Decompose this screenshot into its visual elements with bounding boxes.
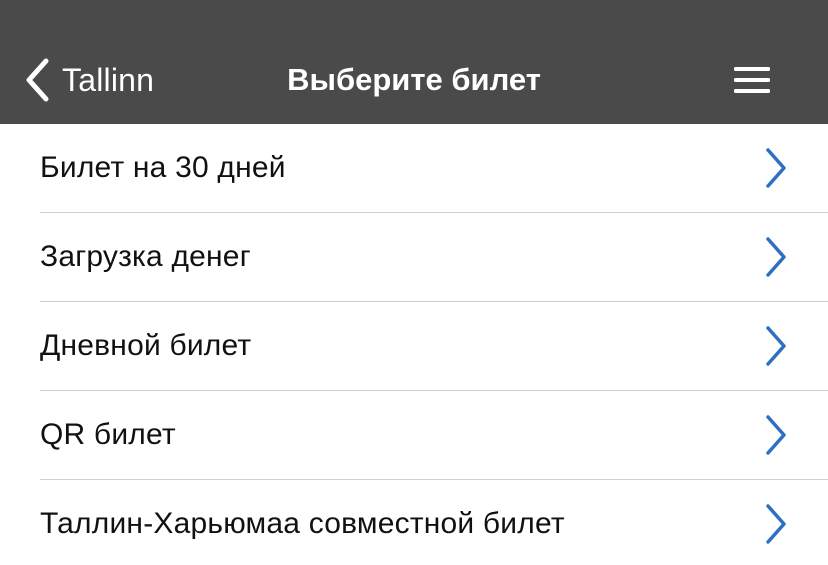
chevron-right-icon bbox=[762, 146, 790, 190]
menu-button[interactable] bbox=[730, 62, 776, 98]
chevron-right-icon bbox=[762, 413, 790, 457]
chevron-right-icon bbox=[762, 502, 790, 546]
page-title: Выберите билет bbox=[287, 62, 541, 97]
list-item-label: QR билет bbox=[40, 418, 176, 451]
chevron-right-icon bbox=[762, 235, 790, 279]
back-button[interactable]: Tallinn bbox=[24, 56, 154, 104]
list-item-label: Загрузка денег bbox=[40, 240, 251, 273]
chevron-right-icon bbox=[762, 324, 790, 368]
navigation-bar: Tallinn Выберите билет bbox=[0, 0, 828, 124]
back-button-label: Tallinn bbox=[62, 61, 155, 98]
list-item-qr-ticket[interactable]: QR билет bbox=[40, 391, 828, 480]
app-screen: Tallinn Выберите билет Билет на 30 дней bbox=[0, 0, 828, 565]
ticket-list: Билет на 30 дней Загрузка денег Дневной … bbox=[0, 124, 828, 565]
list-item-30-day-ticket[interactable]: Билет на 30 дней bbox=[40, 124, 828, 213]
list-item-money-top-up[interactable]: Загрузка денег bbox=[40, 213, 828, 302]
list-item-tallinn-harjumaa-ticket[interactable]: Таллин-Харьюмаа совместной билет bbox=[40, 480, 828, 565]
list-item-day-ticket[interactable]: Дневной билет bbox=[40, 302, 828, 391]
list-item-label: Билет на 30 дней bbox=[40, 151, 286, 184]
chevron-left-icon bbox=[24, 58, 50, 102]
list-item-label: Дневной билет bbox=[40, 329, 252, 362]
hamburger-menu-icon bbox=[730, 62, 776, 98]
list-item-label: Таллин-Харьюмаа совместной билет bbox=[40, 507, 565, 540]
